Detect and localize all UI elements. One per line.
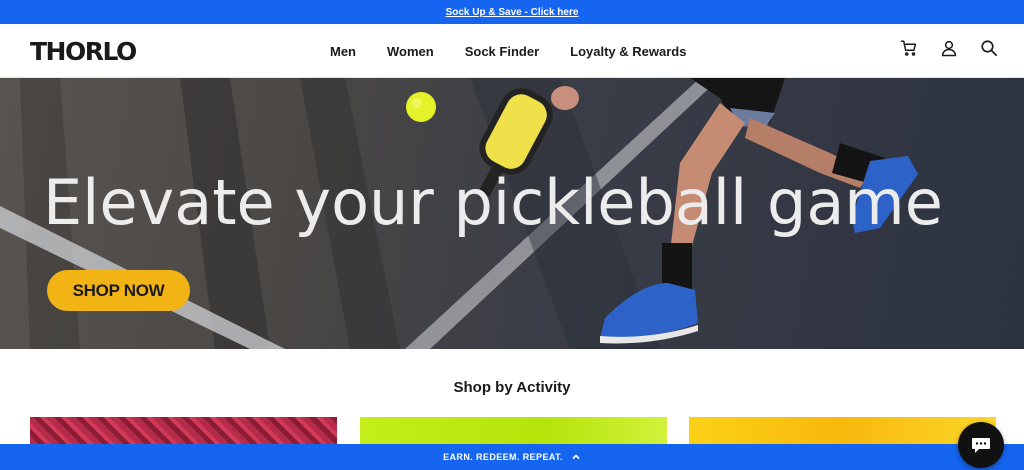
loyalty-bar-label: EARN. REDEEM. REPEAT. [443,452,563,462]
chevron-up-icon [572,454,580,460]
chat-button[interactable] [958,422,1004,468]
site-header: THORLO Men Women Sock Finder Loyalty & R… [0,24,1024,78]
activity-card[interactable] [30,417,337,444]
main-nav: Men Women Sock Finder Loyalty & Rewards [330,24,686,78]
activity-card[interactable] [689,417,996,444]
chat-bubble-icon [972,438,990,453]
nav-sock-finder[interactable]: Sock Finder [465,44,539,59]
header-icons [900,39,998,57]
activity-card[interactable] [360,417,667,444]
shop-now-button[interactable]: SHOP NOW [47,270,190,311]
search-icon[interactable] [980,39,998,57]
hero-banner: Elevate your pickleball game SHOP NOW [0,78,1024,349]
cart-icon[interactable] [900,39,918,57]
loyalty-bar[interactable]: EARN. REDEEM. REPEAT. [0,444,1024,470]
nav-women[interactable]: Women [387,44,434,59]
announcement-link[interactable]: Sock Up & Save - Click here [446,7,579,18]
logo[interactable]: THORLO [30,37,137,66]
account-icon[interactable] [940,39,958,57]
section-title: Shop by Activity [453,379,571,396]
announcement-bar: Sock Up & Save - Click here [0,0,1024,24]
nav-loyalty-rewards[interactable]: Loyalty & Rewards [570,44,686,59]
nav-men[interactable]: Men [330,44,356,59]
hero-title: Elevate your pickleball game [43,166,943,239]
